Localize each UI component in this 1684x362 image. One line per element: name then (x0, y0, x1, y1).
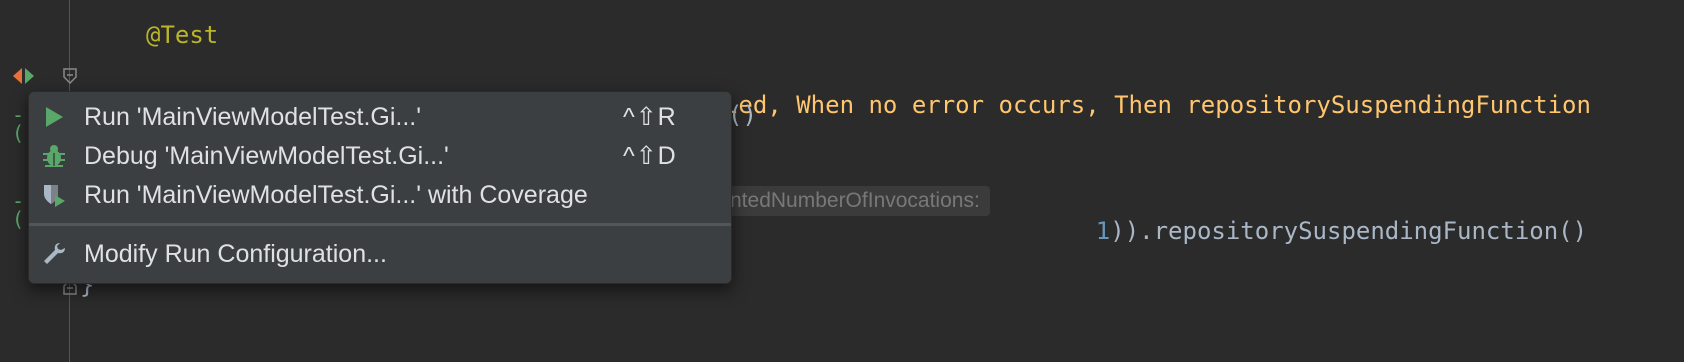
menu-separator (29, 223, 731, 226)
code-line-annotation: @Test (146, 21, 219, 49)
menu-item-run-shortcut: ^⇧R (623, 103, 677, 131)
menu-item-run-with-coverage-label: Run 'MainViewModelTest.Gi...' with Cover… (84, 181, 588, 209)
menu-item-run-label: Run 'MainViewModelTest.Gi...' (84, 103, 421, 131)
menu-item-run[interactable]: Run 'MainViewModelTest.Gi...' ^⇧R (29, 98, 731, 136)
gutter-run-test-icon[interactable] (12, 66, 42, 86)
coverage-icon (44, 185, 65, 207)
run-context-popup: Run 'MainViewModelTest.Gi...' ^⇧R Debug … (28, 91, 732, 284)
code-editor[interactable]: @Test fun `Given suspendingFunction is c… (0, 0, 1684, 362)
debug-icon (43, 145, 65, 167)
menu-item-modify-run-configuration-label: Modify Run Configuration... (84, 240, 387, 268)
menu-item-debug[interactable]: Debug 'MainViewModelTest.Gi...' ^⇧D (29, 137, 731, 175)
code-line-verify-call: 1)).repositorySuspendingFunction() (1038, 186, 1587, 245)
menu-item-modify-run-configuration[interactable]: Modify Run Configuration... (29, 235, 731, 273)
wrench-icon (44, 243, 65, 264)
fold-marker-icon[interactable] (62, 68, 78, 84)
menu-item-debug-label: Debug 'MainViewModelTest.Gi...' (84, 142, 449, 170)
invocation-count-number: 1 (1095, 217, 1111, 245)
run-icon (46, 107, 63, 127)
gutter-test-marker-icon: -( (12, 103, 25, 145)
code-line-function-declaration: fun `Given suspendingFunction is called,… (146, 60, 1591, 119)
gutter-test-marker-icon: -( (12, 189, 25, 231)
menu-item-run-with-coverage[interactable]: Run 'MainViewModelTest.Gi...' with Cover… (29, 176, 731, 214)
inlay-parameter-hint: ntedNumberOfInvocations: (700, 186, 990, 216)
verify-call-tail: )).repositorySuspendingFunction() (1110, 217, 1588, 245)
code-line-call-parens: () (728, 101, 757, 129)
menu-item-debug-shortcut: ^⇧D (623, 142, 677, 170)
